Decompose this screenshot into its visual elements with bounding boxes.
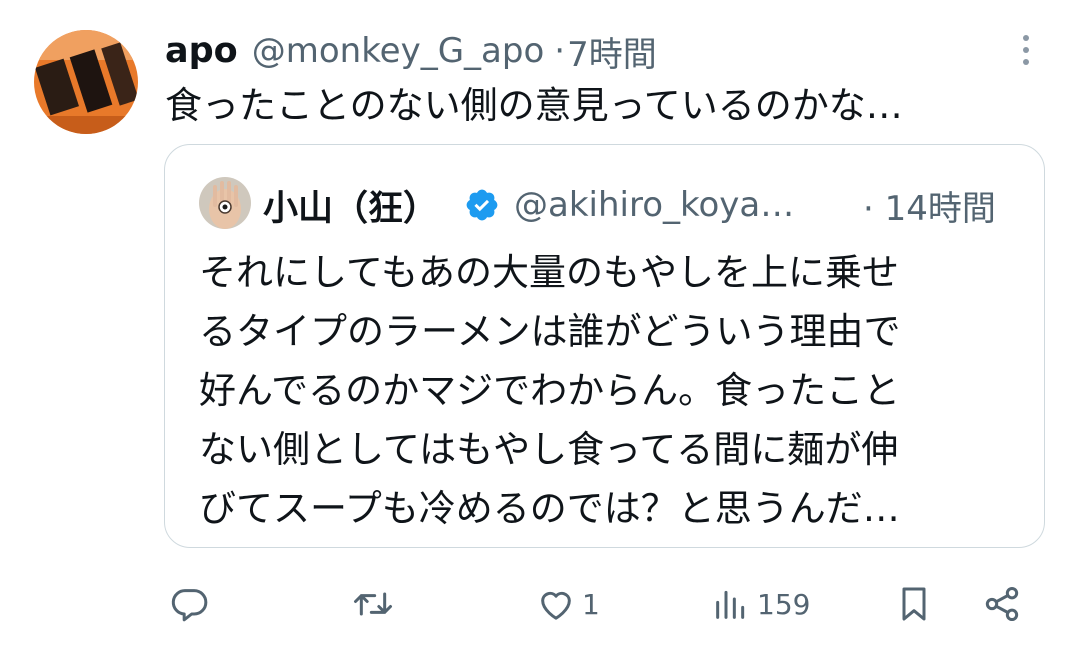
quoted-tweet-header: 小山（狂） @akihiro_koya… [263,179,794,231]
quoted-text-line: それにしてもあの大量のもやしを上に乗せ [199,251,900,294]
quoted-author-name[interactable]: 小山（狂） [263,180,438,231]
more-options-button[interactable] [1014,30,1038,70]
quoted-text-line: びてスープも冷めるのでは？と思うんだ… [199,487,900,530]
bookmark-button[interactable] [894,580,934,628]
separator-dot: · [554,31,566,71]
verified-icon [466,189,498,221]
quoted-tweet-card[interactable]: 小山（狂） @akihiro_koya… · 14時間 それにしてもあの大量のも… [164,144,1045,548]
quoted-text-line: 好んでるのかマジでわからん。食ったこと [199,369,901,412]
tweet-time[interactable]: 7時間 [567,27,657,76]
author-avatar[interactable] [34,30,138,134]
quoted-tweet-time[interactable]: · 14時間 [863,179,996,231]
quoted-text-line: ない側としてはもやし食ってる間に麺が伸 [199,428,899,471]
quoted-tweet-text: それにしてもあの大量のもやしを上に乗せ るタイプのラーメンは誰がどういう理由で … [199,243,1019,538]
views-button[interactable]: 159 [711,580,810,628]
retweet-icon [354,592,392,616]
more-vertical-icon [1023,35,1029,65]
author-name[interactable]: apo [165,31,238,71]
share-button[interactable] [982,580,1022,628]
quoted-text-line: るタイプのラーメンは誰がどういう理由で [199,310,901,353]
tweet-header: apo @monkey_G_apo · 7時間 [165,26,657,76]
views-icon [716,590,745,619]
reply-button[interactable] [170,580,216,628]
action-bar: 1 159 [0,580,1080,628]
retweet-button[interactable] [351,580,401,628]
author-handle[interactable]: @monkey_G_apo [252,31,545,71]
tweet-text: 食ったことのない側の意見っているのかな… [165,84,903,127]
bookmark-icon [902,587,926,621]
views-count: 159 [757,587,811,621]
reply-icon [171,589,208,622]
like-count: 1 [582,587,600,621]
quoted-author-avatar[interactable] [199,177,251,229]
like-icon [541,591,571,620]
like-button[interactable]: 1 [536,580,600,628]
share-icon [985,587,1019,621]
quoted-author-handle[interactable]: @akihiro_koya… [514,185,794,225]
